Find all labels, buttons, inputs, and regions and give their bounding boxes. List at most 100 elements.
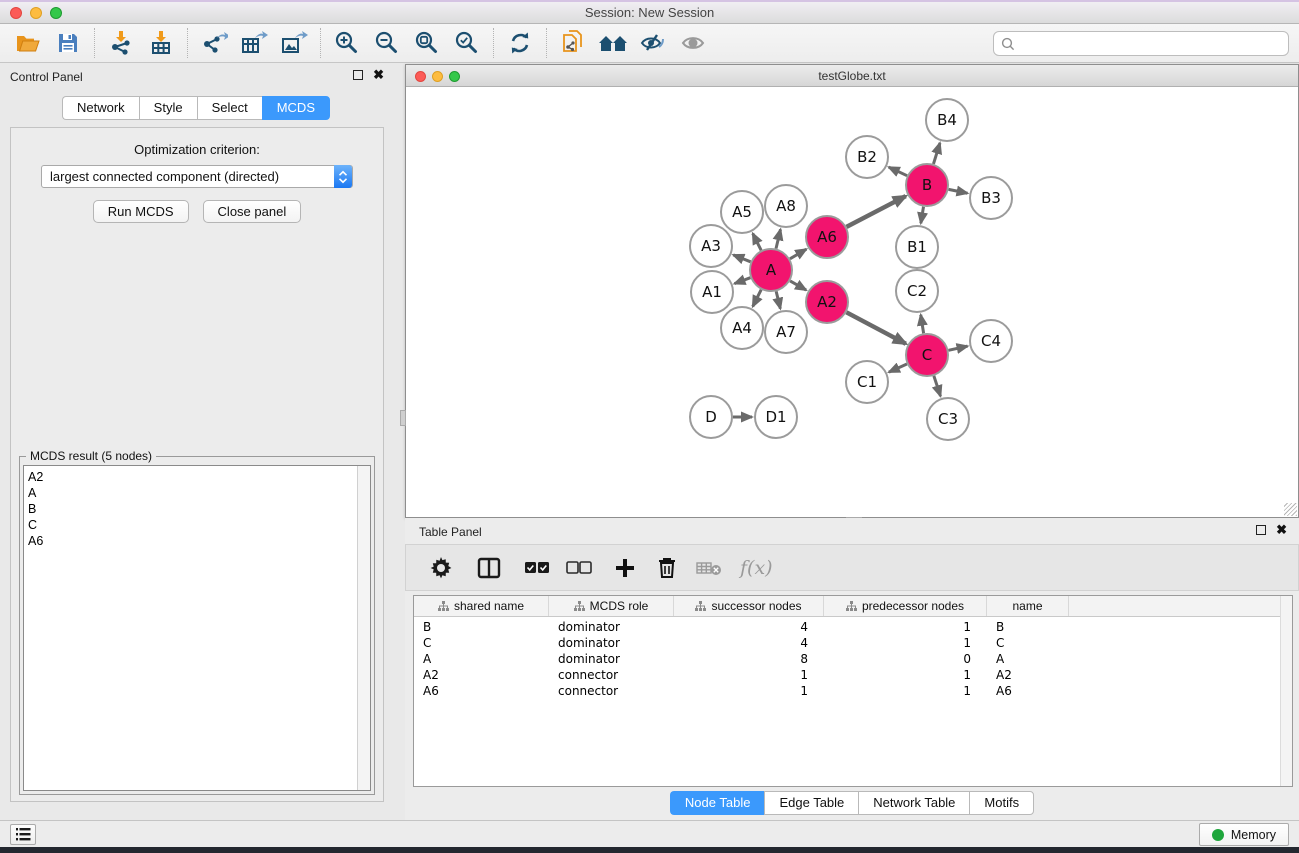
network-window-titlebar[interactable]: testGlobe.txt (406, 65, 1298, 87)
graph-node-B2[interactable]: B2 (846, 136, 888, 178)
tab-select[interactable]: Select (197, 96, 262, 120)
tab-node-table[interactable]: Node Table (670, 791, 765, 815)
graph-node-D1[interactable]: D1 (755, 396, 797, 438)
graph-node-C[interactable]: C (906, 334, 948, 376)
graph-edge-A-A7[interactable] (776, 291, 780, 308)
graph-node-A6[interactable]: A6 (806, 216, 848, 258)
graph-edge-C-C2[interactable] (921, 315, 924, 334)
save-session-icon[interactable] (48, 26, 88, 60)
window-resize-grip-icon[interactable] (1284, 503, 1297, 516)
graph-node-A4[interactable]: A4 (721, 307, 763, 349)
graph-node-B4[interactable]: B4 (926, 99, 968, 141)
select-all-columns-icon[interactable] (520, 550, 554, 586)
zoom-fit-icon[interactable] (407, 26, 447, 60)
graph-edge-A-A8[interactable] (776, 229, 781, 248)
graph-node-A1[interactable]: A1 (691, 271, 733, 313)
gear-icon[interactable] (424, 550, 458, 586)
tab-motifs[interactable]: Motifs (969, 791, 1034, 815)
graph-edge-B-B2[interactable] (889, 167, 907, 176)
memory-button[interactable]: Memory (1199, 823, 1289, 846)
clone-network-icon[interactable] (553, 26, 593, 60)
graph-edge-A-A1[interactable] (734, 278, 750, 284)
home-icon[interactable] (593, 26, 633, 60)
graph-node-A2[interactable]: A2 (806, 281, 848, 323)
float-table-panel-icon[interactable] (1256, 525, 1266, 535)
tab-style[interactable]: Style (139, 96, 197, 120)
list-item[interactable]: B (28, 501, 370, 517)
graph-node-B3[interactable]: B3 (970, 177, 1012, 219)
table-scrollbar[interactable] (1280, 596, 1292, 786)
export-image-icon[interactable] (274, 26, 314, 60)
export-network-icon[interactable] (194, 26, 234, 60)
split-columns-icon[interactable] (472, 550, 506, 586)
graph-node-B[interactable]: B (906, 164, 948, 206)
graph-node-A5[interactable]: A5 (721, 191, 763, 233)
hide-graphics-details-icon[interactable] (633, 26, 673, 60)
graph-node-C3[interactable]: C3 (927, 398, 969, 440)
open-file-icon[interactable] (8, 26, 48, 60)
graph-node-D[interactable]: D (690, 396, 732, 438)
close-table-panel-icon[interactable]: ✖ (1276, 525, 1287, 535)
graph-edge-A-A2[interactable] (790, 281, 806, 290)
function-builder-icon[interactable]: f(x) (740, 557, 773, 579)
graph-edge-B-B4[interactable] (933, 143, 939, 164)
graph-node-A3[interactable]: A3 (690, 225, 732, 267)
graph-node-C2[interactable]: C2 (896, 270, 938, 312)
import-table-icon[interactable] (141, 26, 181, 60)
column-header-name[interactable]: name (987, 596, 1069, 616)
task-history-icon[interactable] (10, 824, 36, 845)
list-item[interactable]: A6 (28, 533, 370, 549)
graph-edge-A6-B[interactable] (847, 196, 906, 227)
result-list-scrollbar[interactable] (357, 466, 370, 790)
graph-node-A8[interactable]: A8 (765, 185, 807, 227)
float-panel-icon[interactable] (353, 70, 363, 80)
tab-edge-table[interactable]: Edge Table (764, 791, 858, 815)
export-table-icon[interactable] (234, 26, 274, 60)
graph-edge-A-A4[interactable] (753, 290, 761, 307)
graph-edge-A-A3[interactable] (733, 255, 750, 262)
search-input[interactable] (1020, 37, 1281, 51)
table-row[interactable]: A6connector11A6 (414, 683, 1292, 699)
column-header-shared-name[interactable]: shared name (414, 596, 549, 616)
graph-edge-C-C3[interactable] (934, 376, 941, 396)
table-row[interactable]: Bdominator41B (414, 619, 1292, 635)
graph-edge-C-C1[interactable] (889, 364, 907, 372)
tab-network[interactable]: Network (62, 96, 139, 120)
close-panel-button[interactable]: Close panel (203, 200, 302, 223)
unselect-all-columns-icon[interactable] (562, 550, 596, 586)
column-header-MCDS-role[interactable]: MCDS role (549, 596, 674, 616)
search-field[interactable] (993, 31, 1289, 56)
import-network-icon[interactable] (101, 26, 141, 60)
graph-edge-A-A5[interactable] (753, 233, 761, 250)
tab-network-table[interactable]: Network Table (858, 791, 969, 815)
graph-node-B1[interactable]: B1 (896, 226, 938, 268)
delete-column-icon[interactable] (650, 550, 684, 586)
tab-mcds[interactable]: MCDS (262, 96, 330, 120)
close-panel-icon[interactable]: ✖ (373, 70, 384, 80)
graph-node-C4[interactable]: C4 (970, 320, 1012, 362)
graph-node-A[interactable]: A (750, 249, 792, 291)
graph-edge-B-B3[interactable] (949, 189, 968, 193)
list-item[interactable]: C (28, 517, 370, 533)
zoom-out-icon[interactable] (367, 26, 407, 60)
delete-table-icon[interactable] (692, 550, 726, 586)
list-item[interactable]: A (28, 485, 370, 501)
table-row[interactable]: Adominator80A (414, 651, 1292, 667)
list-item[interactable]: A2 (28, 469, 370, 485)
graph-node-C1[interactable]: C1 (846, 361, 888, 403)
criterion-dropdown[interactable]: largest connected component (directed) (41, 165, 353, 188)
graph-edge-A2-C[interactable] (846, 312, 905, 343)
graph-edge-A-A6[interactable] (790, 249, 806, 259)
panel-divider-grip[interactable] (400, 410, 406, 426)
add-column-icon[interactable] (608, 550, 642, 586)
graph-edge-C-C4[interactable] (948, 346, 967, 350)
run-mcds-button[interactable]: Run MCDS (93, 200, 189, 223)
table-row[interactable]: A2connector11A2 (414, 667, 1292, 683)
network-canvas[interactable]: AA1A2A3A4A5A6A7A8BB1B2B3B4CC1C2C3C4DD1 (406, 87, 1298, 516)
refresh-icon[interactable] (500, 26, 540, 60)
column-header-predecessor-nodes[interactable]: predecessor nodes (824, 596, 987, 616)
graph-edge-B-B1[interactable] (921, 207, 924, 224)
column-header-successor-nodes[interactable]: successor nodes (674, 596, 824, 616)
zoom-in-icon[interactable] (327, 26, 367, 60)
zoom-selected-icon[interactable] (447, 26, 487, 60)
